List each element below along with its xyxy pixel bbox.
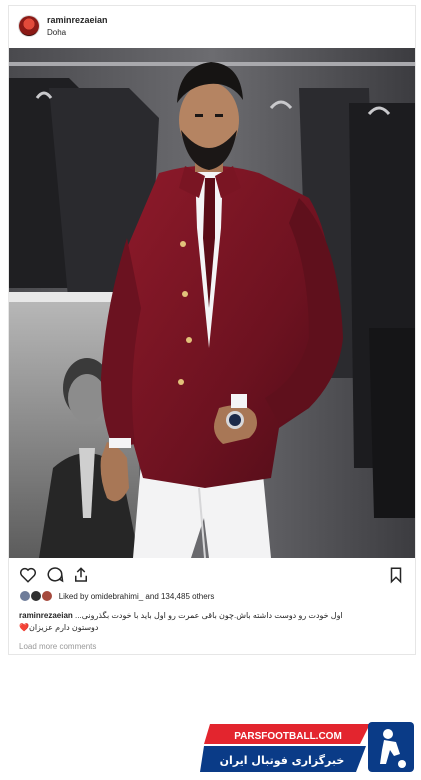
post-photo-image: [9, 48, 415, 558]
comment-icon[interactable]: [46, 566, 64, 584]
liker-avatar[interactable]: [30, 590, 43, 602]
watermark-site: PARSFOOTBALL.COM: [234, 731, 342, 742]
ball-icon: [398, 760, 406, 768]
parsfootball-watermark: PARSFOOTBALL.COM خبرگزاری فوتبال ایران: [200, 722, 414, 772]
avatar[interactable]: [19, 16, 39, 36]
load-more-comments[interactable]: Load more comments: [19, 642, 96, 651]
likes-row: Liked by omidebrahimi_ and 134,485 other…: [19, 590, 214, 604]
caption-line-2: دوستون دارم عزیزان❤️: [19, 623, 99, 632]
watermark-tagline: خبرگزاری فوتبال ایران: [220, 754, 345, 767]
caption-line-1: اول خودت رو دوست داشته باش.چون باقی عمرت…: [75, 611, 343, 620]
instagram-post-card: raminrezaeian Doha Liked by omidebrahimi…: [8, 5, 416, 655]
bookmark-icon[interactable]: [387, 566, 405, 584]
post-header: raminrezaeian Doha: [9, 6, 415, 48]
post-photo[interactable]: [9, 48, 415, 558]
post-username[interactable]: raminrezaeian: [47, 15, 108, 25]
caption: raminrezaeian اول خودت رو دوست داشته باش…: [19, 610, 409, 634]
share-icon[interactable]: [72, 566, 90, 584]
liker-avatar[interactable]: [41, 590, 54, 602]
caption-username[interactable]: raminrezaeian: [19, 611, 73, 620]
heart-icon[interactable]: [19, 566, 37, 584]
likes-text[interactable]: Liked by omidebrahimi_ and 134,485 other…: [59, 592, 215, 601]
liker-avatar[interactable]: [19, 590, 31, 602]
post-location[interactable]: Doha: [47, 28, 66, 37]
player-icon: [383, 729, 393, 739]
post-actions: [9, 564, 415, 588]
